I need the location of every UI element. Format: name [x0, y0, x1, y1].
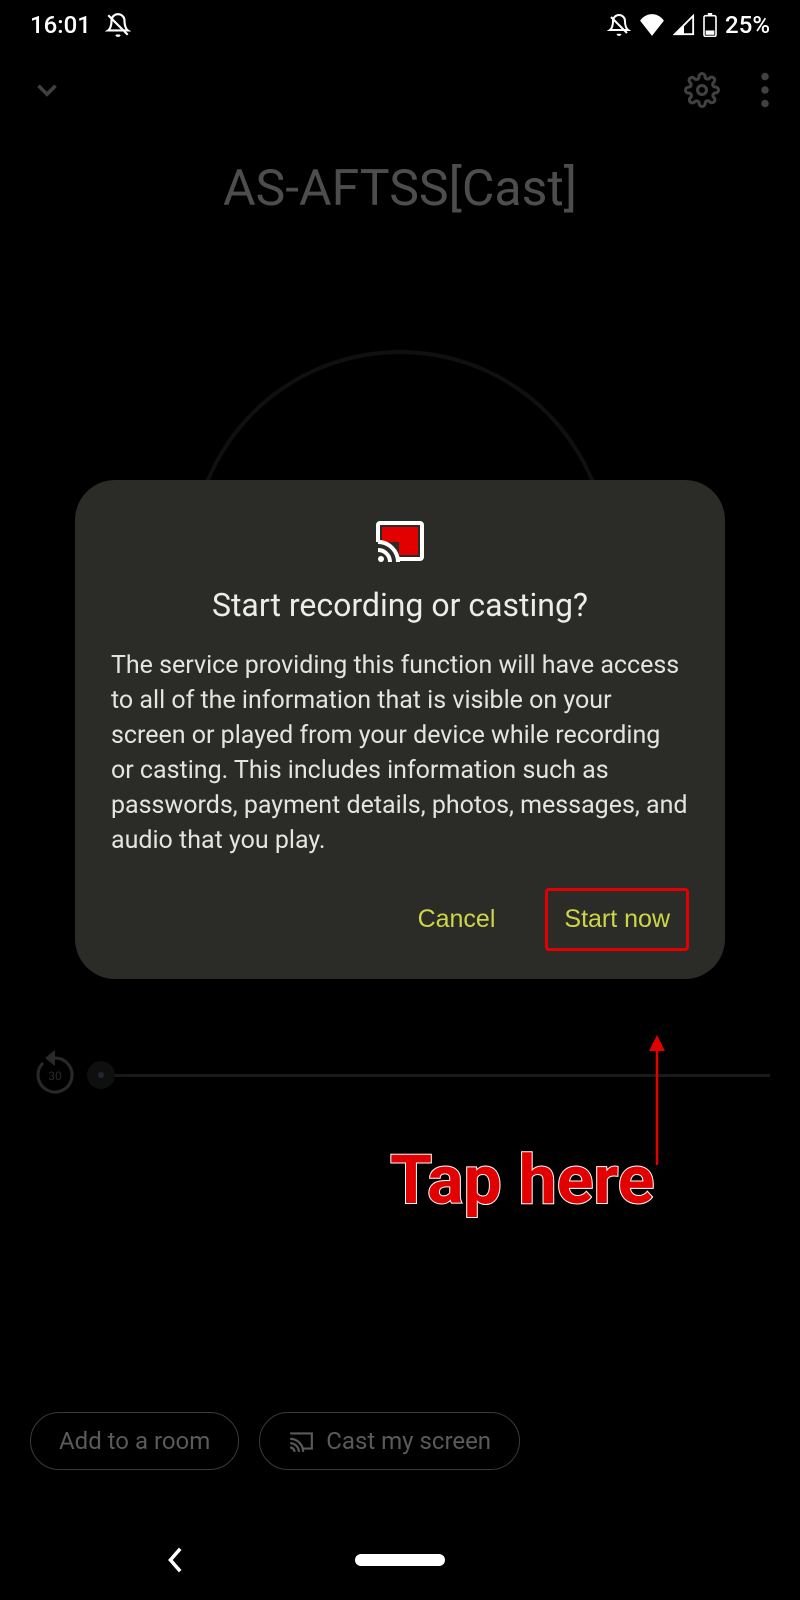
chip-label: Add to a room — [59, 1427, 210, 1455]
dialog-body: The service providing this function will… — [111, 648, 689, 858]
replay-30-button[interactable]: 30 — [30, 1050, 80, 1100]
progress-thumb[interactable] — [87, 1061, 115, 1089]
background-content: AS-AFTSS[Cast] — [0, 160, 800, 218]
battery-icon — [703, 13, 717, 37]
app-bar — [0, 50, 800, 130]
svg-text:30: 30 — [48, 1069, 62, 1083]
collapse-icon[interactable] — [30, 73, 64, 107]
status-time: 16:01 — [30, 11, 91, 39]
wifi-icon — [639, 14, 665, 36]
more-vert-icon[interactable] — [760, 72, 770, 108]
home-pill[interactable] — [355, 1554, 445, 1566]
annotation-text: Tap here — [390, 1140, 655, 1220]
chip-label: Cast my screen — [326, 1427, 491, 1455]
device-title: AS-AFTSS[Cast] — [0, 160, 800, 218]
bottom-chips: Add to a room Cast my screen — [30, 1412, 520, 1470]
notification-off-icon — [607, 13, 631, 37]
add-to-room-button[interactable]: Add to a room — [30, 1412, 239, 1470]
dialog-title: Start recording or casting? — [111, 586, 689, 624]
back-icon[interactable] — [165, 1546, 187, 1574]
cast-icon — [288, 1430, 314, 1452]
dnd-off-icon — [105, 12, 131, 38]
dialog-cast-icon — [111, 520, 689, 562]
nav-bar — [0, 1520, 800, 1600]
battery-percent: 25% — [725, 11, 770, 39]
cast-my-screen-button[interactable]: Cast my screen — [259, 1412, 520, 1470]
settings-gear-icon[interactable] — [684, 72, 720, 108]
cast-permission-dialog: Start recording or casting? The service … — [75, 480, 725, 979]
cancel-button[interactable]: Cancel — [402, 891, 512, 948]
cellular-icon — [673, 14, 695, 36]
status-bar: 16:01 25% — [0, 0, 800, 50]
start-now-button[interactable]: Start now — [545, 888, 689, 951]
